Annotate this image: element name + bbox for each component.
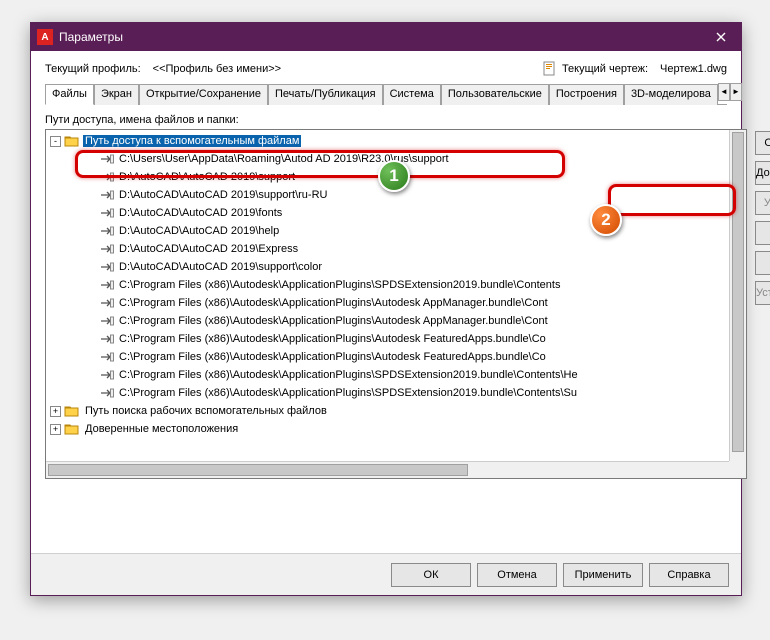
move-down-button[interactable]: Вниз xyxy=(755,251,770,275)
cancel-button[interactable]: Отмена xyxy=(477,563,557,587)
path-item-icon xyxy=(100,333,114,345)
tree-path-item[interactable]: D:\AutoCAD\AutoCAD 2019\support xyxy=(46,168,746,186)
browse-button[interactable]: Обзор... xyxy=(755,131,770,155)
tree-node-label: C:\Program Files (x86)\Autodesk\Applicat… xyxy=(117,369,580,381)
tree-path-item[interactable]: D:\AutoCAD\AutoCAD 2019\support\color xyxy=(46,258,746,276)
apply-button[interactable]: Применить xyxy=(563,563,643,587)
folder-icon xyxy=(64,422,80,436)
folder-icon xyxy=(64,134,80,148)
tree-toggle-icon[interactable]: - xyxy=(50,136,61,147)
tree-node-label: D:\AutoCAD\AutoCAD 2019\support\color xyxy=(117,261,324,273)
tree-path-item[interactable]: D:\AutoCAD\AutoCAD 2019\help xyxy=(46,222,746,240)
tree-path-item[interactable]: C:\Program Files (x86)\Autodesk\Applicat… xyxy=(46,330,746,348)
tab-files[interactable]: Файлы xyxy=(45,84,94,105)
tab-user[interactable]: Пользовательские xyxy=(441,84,549,105)
path-item-icon xyxy=(100,315,114,327)
options-dialog: A Параметры Текущий профиль: <<Профиль б… xyxy=(30,22,742,596)
tab-system[interactable]: Система xyxy=(383,84,441,105)
move-up-button[interactable]: Вверх xyxy=(755,221,770,245)
titlebar[interactable]: A Параметры xyxy=(31,23,741,51)
tree-path-item[interactable]: C:\Program Files (x86)\Autodesk\Applicat… xyxy=(46,276,746,294)
tree-node-label: C:\Program Files (x86)\Autodesk\Applicat… xyxy=(117,387,579,399)
path-item-icon xyxy=(100,171,114,183)
remove-button[interactable]: Удалить xyxy=(755,191,770,215)
drawing-value: Чертеж1.dwg xyxy=(660,63,727,75)
tab-plot[interactable]: Печать/Публикация xyxy=(268,84,383,105)
path-item-icon xyxy=(100,207,114,219)
tree-node-label: C:\Program Files (x86)\Autodesk\Applicat… xyxy=(117,297,550,309)
window-title: Параметры xyxy=(59,30,701,44)
path-item-icon xyxy=(100,153,114,165)
horizontal-scrollbar[interactable] xyxy=(46,461,729,478)
tree-node-label: C:\Users\User\AppData\Roaming\Autod AD 2… xyxy=(117,153,451,165)
section-label: Пути доступа, имена файлов и папки: xyxy=(45,114,727,126)
tree-path-item[interactable]: C:\Program Files (x86)\Autodesk\Applicat… xyxy=(46,366,746,384)
profile-value: <<Профиль без имени>> xyxy=(153,63,281,75)
tab-scroll-left[interactable]: ◄ xyxy=(718,83,730,101)
tab-3d[interactable]: 3D-моделирова xyxy=(624,84,718,105)
path-item-icon xyxy=(100,261,114,273)
tree-node-label: Доверенные местоположения xyxy=(83,423,240,435)
tree-path-item[interactable]: D:\AutoCAD\AutoCAD 2019\fonts xyxy=(46,204,746,222)
path-item-icon xyxy=(100,243,114,255)
drawing-icon xyxy=(542,61,558,77)
tree-node-label: D:\AutoCAD\AutoCAD 2019\help xyxy=(117,225,281,237)
tree-path-item[interactable]: C:\Program Files (x86)\Autodesk\Applicat… xyxy=(46,294,746,312)
tree-node-label: D:\AutoCAD\AutoCAD 2019\support\ru-RU xyxy=(117,189,329,201)
tree-node-label: D:\AutoCAD\AutoCAD 2019\fonts xyxy=(117,207,284,219)
tab-display[interactable]: Экран xyxy=(94,84,139,105)
help-button[interactable]: Справка xyxy=(649,563,729,587)
app-icon: A xyxy=(37,29,53,45)
tree-toggle-icon[interactable]: + xyxy=(50,406,61,417)
close-button[interactable] xyxy=(701,23,741,51)
ok-button[interactable]: ОК xyxy=(391,563,471,587)
tree-root-node[interactable]: - Путь доступа к вспомогательным файлам xyxy=(46,132,746,150)
bottom-bar: ОК Отмена Применить Справка xyxy=(31,553,741,595)
path-item-icon xyxy=(100,297,114,309)
tab-scroll-right[interactable]: ► xyxy=(730,83,742,101)
tab-open-save[interactable]: Открытие/Сохранение xyxy=(139,84,268,105)
tree-node-label: C:\Program Files (x86)\Autodesk\Applicat… xyxy=(117,315,550,327)
add-button[interactable]: Добавить... xyxy=(755,161,770,185)
drawing-label: Текущий чертеж: xyxy=(562,63,648,75)
tab-bar: Файлы Экран Открытие/Сохранение Печать/П… xyxy=(45,83,727,105)
tree-node-label: C:\Program Files (x86)\Autodesk\Applicat… xyxy=(117,351,548,363)
folder-icon xyxy=(64,404,80,418)
path-item-icon xyxy=(100,387,114,399)
path-item-icon xyxy=(100,189,114,201)
tree-node-label: D:\AutoCAD\AutoCAD 2019\support xyxy=(117,171,297,183)
vertical-scrollbar[interactable] xyxy=(729,130,746,461)
path-item-icon xyxy=(100,225,114,237)
tree-node-label: D:\AutoCAD\AutoCAD 2019\Express xyxy=(117,243,300,255)
tree-path-item[interactable]: C:\Program Files (x86)\Autodesk\Applicat… xyxy=(46,348,746,366)
set-current-button[interactable]: Установить xyxy=(755,281,770,305)
tree-path-item[interactable]: C:\Program Files (x86)\Autodesk\Applicat… xyxy=(46,384,746,402)
tab-drafting[interactable]: Построения xyxy=(549,84,624,105)
tree-node-label: C:\Program Files (x86)\Autodesk\Applicat… xyxy=(117,279,562,291)
path-item-icon xyxy=(100,369,114,381)
close-icon xyxy=(716,32,726,42)
tree-collapsed-node[interactable]: + Путь поиска рабочих вспомогательных фай… xyxy=(46,402,746,420)
tree-path-item[interactable]: C:\Users\User\AppData\Roaming\Autod AD 2… xyxy=(46,150,746,168)
tree-path-item[interactable]: C:\Program Files (x86)\Autodesk\Applicat… xyxy=(46,312,746,330)
path-tree[interactable]: - Путь доступа к вспомогательным файлам C:… xyxy=(45,129,747,479)
tree-toggle-icon[interactable]: + xyxy=(50,424,61,435)
profile-label: Текущий профиль: xyxy=(45,63,141,75)
tree-node-label: Путь доступа к вспомогательным файлам xyxy=(83,135,301,147)
tree-node-label: Путь поиска рабочих вспомогательных файл… xyxy=(83,405,329,417)
tree-path-item[interactable]: D:\AutoCAD\AutoCAD 2019\support\ru-RU xyxy=(46,186,746,204)
tree-path-item[interactable]: D:\AutoCAD\AutoCAD 2019\Express xyxy=(46,240,746,258)
tree-collapsed-node[interactable]: + Доверенные местоположения xyxy=(46,420,746,438)
tree-node-label: C:\Program Files (x86)\Autodesk\Applicat… xyxy=(117,333,548,345)
path-item-icon xyxy=(100,351,114,363)
path-item-icon xyxy=(100,279,114,291)
